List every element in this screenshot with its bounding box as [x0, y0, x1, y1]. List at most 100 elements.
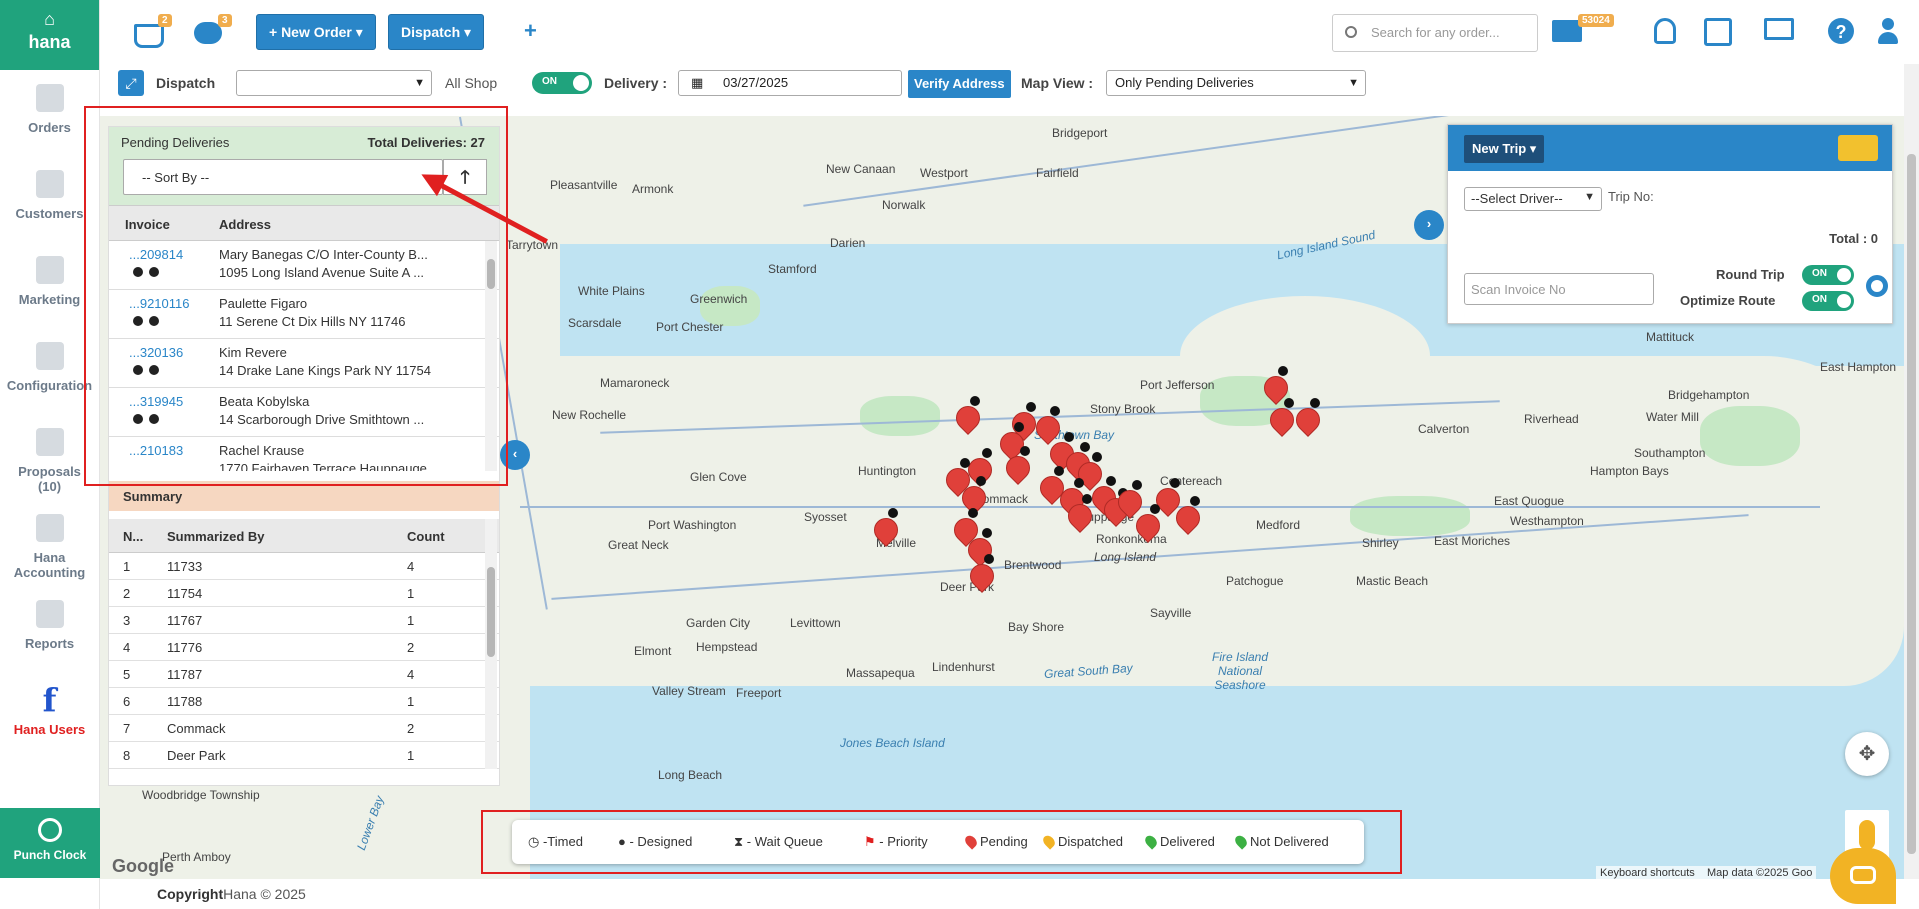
map-label: Brentwood	[1004, 558, 1062, 572]
chat-button[interactable]: 3	[194, 14, 232, 46]
add-tab-button[interactable]: +	[524, 18, 537, 44]
punch-clock-button[interactable]: Punch Clock	[0, 808, 100, 878]
gear-icon[interactable]	[1866, 275, 1888, 297]
chat-support-button[interactable]	[1830, 848, 1896, 904]
brand-home[interactable]: ⌂ hana	[0, 0, 99, 70]
table-row[interactable]: 6 11788 1	[109, 688, 499, 715]
truck-icon	[1838, 135, 1878, 161]
table-row[interactable]: 3 11767 1	[109, 607, 499, 634]
invoice-link[interactable]: ...320136	[129, 345, 183, 360]
keyboard-shortcuts-link[interactable]: Keyboard shortcuts	[1600, 867, 1695, 879]
table-row[interactable]: 4 11776 2	[109, 634, 499, 661]
map-label: Levittown	[790, 616, 841, 630]
scan-invoice-input[interactable]: Scan Invoice No	[1464, 273, 1654, 305]
pending-pin[interactable]	[951, 396, 985, 436]
page-scrollbar[interactable]	[1904, 64, 1919, 879]
delivery-date-field[interactable]: ▦ 03/27/2025	[678, 70, 902, 96]
table-row[interactable]: ...210183 Rachel Krause 1770 Fairhaven T…	[109, 437, 499, 471]
shop-select[interactable]: ▼	[236, 70, 432, 96]
info-icon	[133, 414, 143, 424]
user-icon[interactable]	[1878, 18, 1898, 46]
pending-pin[interactable]	[1171, 496, 1205, 536]
filter-bar: ⤢ Dispatch ▼ All Shop ON Delivery : ▦ 03…	[100, 64, 1919, 100]
legend-timed: ◷ -Timed	[528, 834, 583, 849]
summary-scrollbar[interactable]	[485, 519, 497, 769]
table-row[interactable]: 5 11787 4	[109, 661, 499, 688]
new-trip-button[interactable]: New Trip ▾	[1464, 135, 1545, 163]
map-view-select[interactable]: Only Pending Deliveries ▼	[1106, 70, 1366, 96]
map-label: Calverton	[1418, 422, 1470, 436]
new-order-button[interactable]: + New Order ▾	[256, 14, 376, 50]
column-header-count[interactable]: Count	[407, 529, 445, 544]
map-label: Bridgeport	[1052, 126, 1108, 140]
info-icon	[133, 365, 143, 375]
chevron-down-icon: ▼	[1584, 191, 1595, 203]
expand-trip-panel-button[interactable]: ›	[1414, 210, 1444, 240]
sort-by-value: -- Sort By --	[142, 170, 210, 185]
row-icons	[133, 365, 165, 378]
table-row[interactable]: ...209814 Mary Banegas C/O Inter-County …	[109, 241, 499, 290]
deliveries-scrollbar[interactable]	[485, 241, 497, 471]
designed-icon	[149, 365, 159, 375]
expand-icon[interactable]: ⤢	[118, 70, 144, 96]
pending-pin[interactable]	[1001, 446, 1035, 486]
map-label: Port Chester	[656, 320, 724, 334]
sidebar-item-orders[interactable]: Orders	[0, 70, 99, 156]
cart-button[interactable]: 2	[130, 14, 172, 50]
table-row[interactable]: 8 Deer Park 1	[109, 742, 499, 769]
invoice-link[interactable]: ...319945	[129, 394, 183, 409]
sidebar-item-reports[interactable]: Reports	[0, 586, 99, 672]
table-row[interactable]: 7 Commack 2	[109, 715, 499, 742]
map-label: Garden City	[686, 616, 751, 630]
optimize-route-toggle[interactable]: ON	[1802, 291, 1854, 311]
table-row[interactable]: ...319945 Beata Kobylska 14 Scarborough …	[109, 388, 499, 437]
map-label: Darien	[830, 236, 866, 250]
pending-pin[interactable]	[869, 508, 903, 548]
column-header-address[interactable]: Address	[219, 217, 271, 232]
bell-icon[interactable]	[1654, 18, 1676, 44]
invoice-link[interactable]: ...209814	[129, 247, 183, 262]
collapse-left-panel-button[interactable]: ‹	[500, 440, 530, 470]
sidebar-item-customers[interactable]: Customers	[0, 156, 99, 242]
column-header-summarized-by[interactable]: Summarized By	[167, 529, 265, 544]
pending-pin[interactable]	[1063, 494, 1097, 534]
sidebar-item-accounting[interactable]: Hana Accounting	[0, 500, 99, 586]
fullscreen-button[interactable]: ✥	[1845, 732, 1889, 776]
round-trip-label: Round Trip	[1716, 267, 1785, 282]
table-row[interactable]: ...9210116 Paulette Figaro 11 Serene Ct …	[109, 290, 499, 339]
pending-pin[interactable]	[965, 554, 999, 594]
map-label: Medford	[1256, 518, 1301, 532]
pending-pin[interactable]	[1291, 398, 1325, 438]
recipient-name: Paulette Figaro	[219, 296, 308, 311]
column-header-n[interactable]: N...	[123, 529, 143, 544]
sidebar-item-configuration[interactable]: Configuration	[0, 328, 99, 414]
driver-select[interactable]: --Select Driver-- ▼	[1464, 187, 1602, 211]
map-label: Patchogue	[1226, 574, 1284, 588]
recipient-name: Kim Revere	[219, 345, 287, 360]
sidebar-item-label-2: Accounting	[13, 565, 86, 580]
invoice-link[interactable]: ...210183	[129, 443, 183, 458]
verify-address-button[interactable]: Verify Address	[908, 70, 1011, 98]
sidebar-item-hana-users[interactable]: f Hana Users	[0, 672, 99, 758]
pending-pin[interactable]	[1265, 398, 1299, 438]
help-icon[interactable]: ?	[1828, 18, 1854, 44]
map-label: Glen Cove	[690, 470, 747, 484]
search-input[interactable]: Search for any order...	[1332, 14, 1538, 52]
table-row[interactable]: ...320136 Kim Revere 14 Drake Lane Kings…	[109, 339, 499, 388]
round-trip-toggle[interactable]: ON	[1802, 265, 1854, 285]
dispatch-menu-button[interactable]: Dispatch ▾	[388, 14, 485, 50]
all-shop-toggle[interactable]: ON	[532, 72, 592, 94]
calendar-icon[interactable]	[1704, 18, 1732, 46]
sidebar-item-marketing[interactable]: Marketing	[0, 242, 99, 328]
map-label: New Rochelle	[552, 408, 627, 422]
sidebar-item-proposals[interactable]: Proposals (10)	[0, 414, 99, 500]
monitor-icon[interactable]	[1764, 18, 1794, 40]
table-row[interactable]: 1 11733 4	[109, 553, 499, 580]
table-row[interactable]: 2 11754 1	[109, 580, 499, 607]
column-header-invoice[interactable]: Invoice	[125, 217, 170, 232]
pending-pin[interactable]	[1131, 504, 1165, 544]
sort-by-select[interactable]: -- Sort By -- ⌄	[123, 159, 443, 195]
scan-invoice-placeholder: Scan Invoice No	[1471, 282, 1566, 297]
marketing-icon	[35, 256, 64, 284]
invoice-link[interactable]: ...9210116	[129, 296, 189, 311]
